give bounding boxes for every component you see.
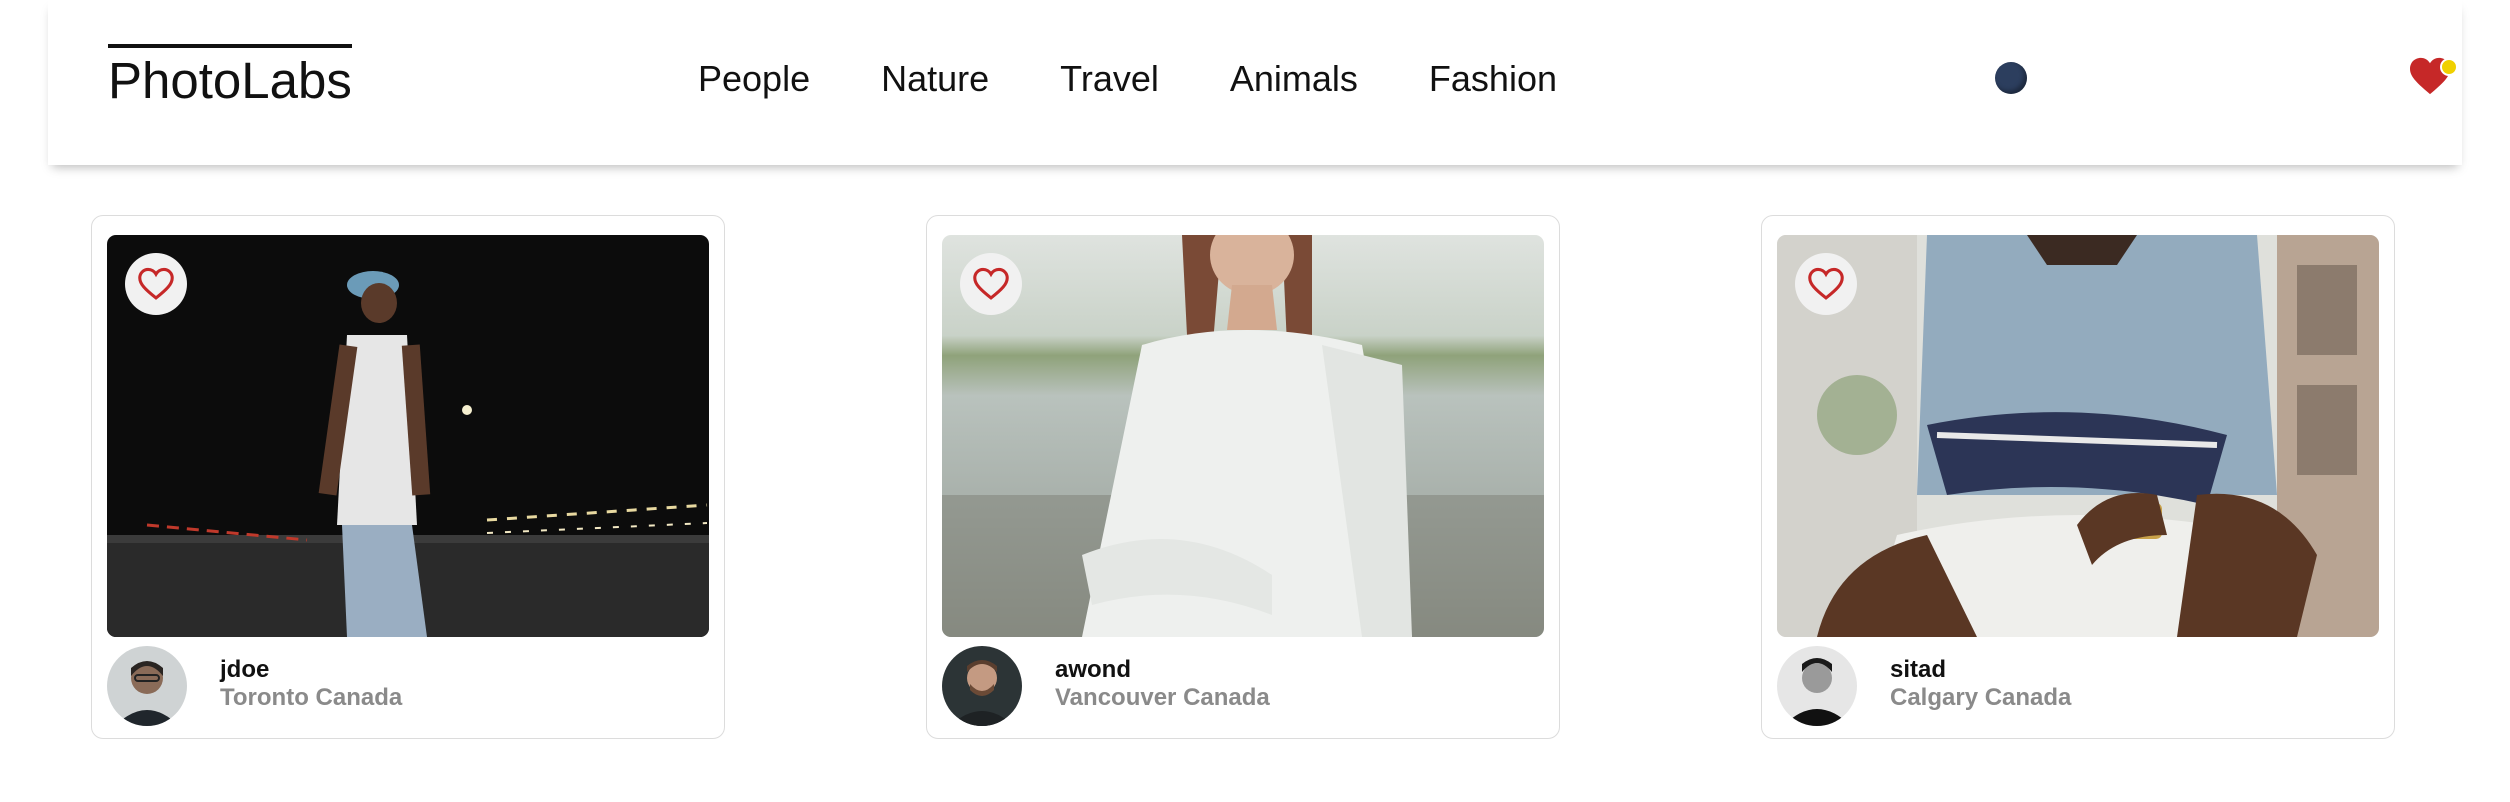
photo-username: sitad [1890,656,1947,683]
photo-location: Calgary Canada [1890,684,2072,711]
topic-list: People Nature Travel Animals Fashion [698,58,1628,100]
photo-card: awond Vancouver Canada [926,215,1560,739]
photo-username: awond [1055,656,1131,683]
photo-location: Vancouver Canada [1055,684,1270,711]
favorites-notification-dot [2440,58,2458,76]
topic-nature[interactable]: Nature [881,58,989,100]
heart-outline-icon [973,267,1009,300]
avatar[interactable] [107,646,187,726]
topic-travel[interactable]: Travel [1060,58,1159,100]
topic-fashion[interactable]: Fashion [1429,58,1557,100]
heart-outline-icon [1808,267,1844,300]
photo-username: jdoe [220,656,270,683]
like-button[interactable] [1795,253,1857,315]
app-logo[interactable]: PhotoLabs [108,44,352,106]
photo-image[interactable] [1777,235,2379,637]
top-navigation-bar: PhotoLabs People Nature Travel Animals F… [48,0,2462,165]
photo-location: Toronto Canada [220,684,403,711]
like-button[interactable] [125,253,187,315]
status-indicator [1995,62,2027,94]
like-button[interactable] [960,253,1022,315]
photo-card: sitad Calgary Canada [1761,215,2395,739]
avatar[interactable] [1777,646,1857,726]
photo-card: jdoe Toronto Canada [91,215,725,739]
photo-image[interactable] [942,235,1544,637]
photo-image[interactable] [107,235,709,637]
topic-people[interactable]: People [698,58,810,100]
heart-outline-icon [138,267,174,300]
avatar[interactable] [942,646,1022,726]
topic-animals[interactable]: Animals [1230,58,1358,100]
